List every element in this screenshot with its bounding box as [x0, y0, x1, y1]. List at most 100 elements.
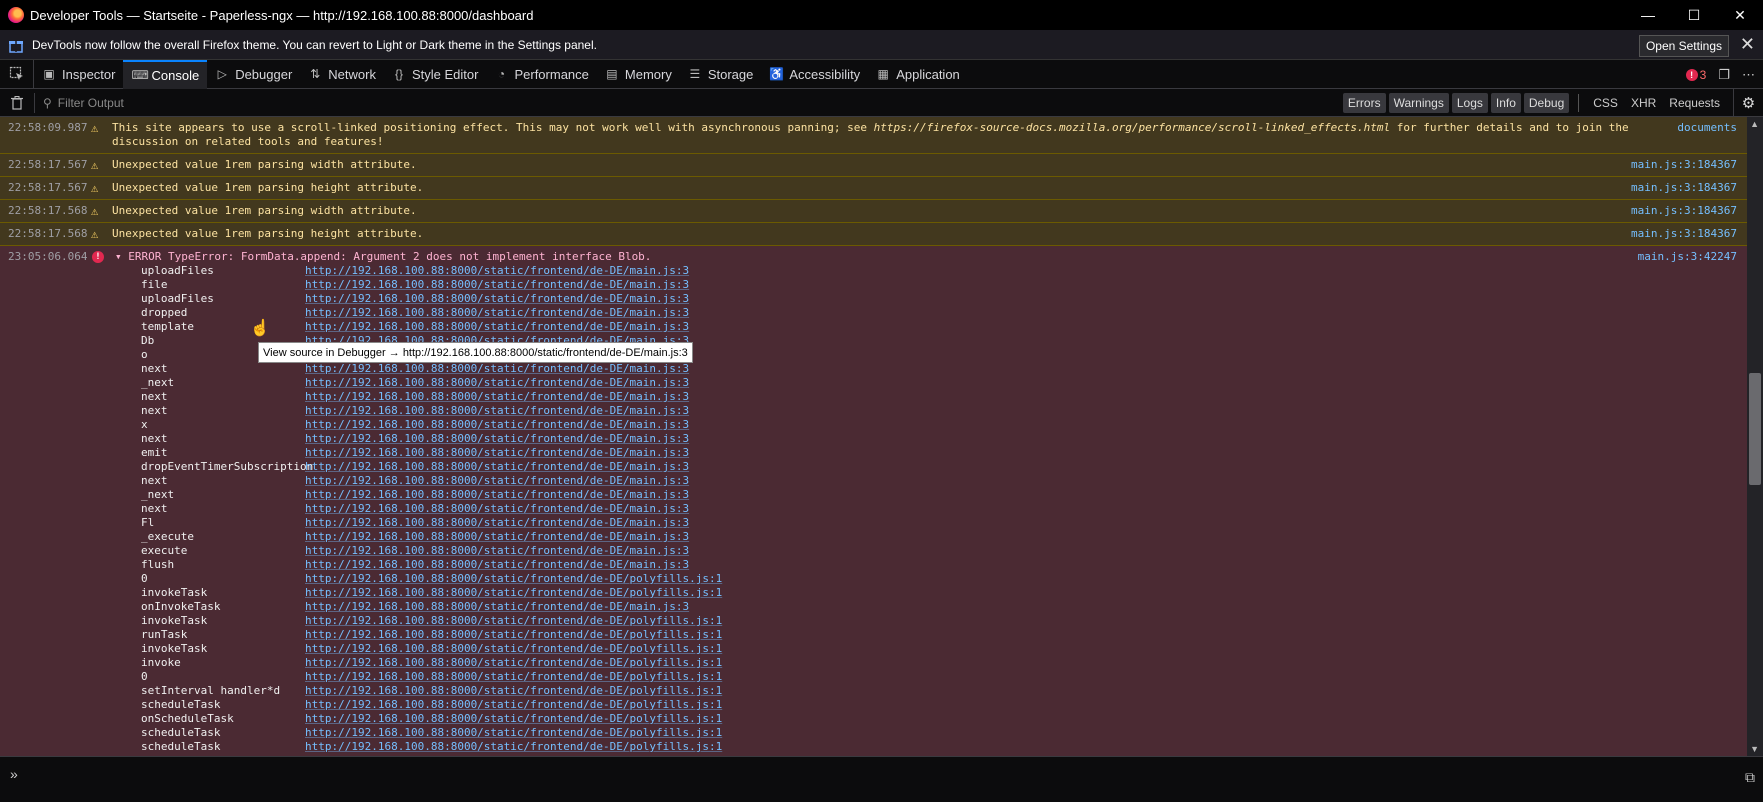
tab-storage[interactable]: ☰ Storage [680, 60, 762, 89]
stack-frame-function: uploadFiles [141, 264, 214, 277]
message-link[interactable]: https://firefox-source-docs.mozilla.org/… [874, 121, 1391, 134]
console-message-warning: 22:58:17.567 ⚠ Unexpected value 1rem par… [0, 177, 1763, 200]
stack-frame-location-link[interactable]: http://192.168.100.88:8000/static/fronte… [305, 306, 689, 320]
stack-frame-location-link[interactable]: http://192.168.100.88:8000/static/fronte… [305, 390, 689, 404]
message-source-link[interactable]: documents [1677, 121, 1737, 135]
hand-cursor-icon: ☝ [250, 320, 270, 337]
message-timestamp: 22:58:17.567 [8, 181, 88, 194]
error-count-badge[interactable]: ! 3 [1685, 68, 1706, 82]
tab-inspector[interactable]: ▣ Inspector [34, 60, 123, 89]
scroll-down-arrow-icon[interactable]: ▼ [1750, 744, 1759, 754]
message-source-link[interactable]: main.js:3:184367 [1631, 227, 1737, 241]
open-settings-button[interactable]: Open Settings [1638, 35, 1729, 57]
message-source-link[interactable]: main.js:3:42247 [1638, 250, 1737, 264]
stack-frame-location-link[interactable]: http://192.168.100.88:8000/static/fronte… [305, 572, 722, 586]
message-text: Unexpected value 1rem parsing width attr… [112, 204, 417, 217]
expand-toggle-icon[interactable]: ▾ [115, 250, 128, 263]
message-source-link[interactable]: main.js:3:184367 [1631, 158, 1737, 172]
prompt-chevron-icon: » [10, 766, 18, 782]
stack-frame-function: scheduleTask [141, 726, 221, 739]
stack-frame-function: scheduleTask [141, 740, 221, 753]
stack-frame: flush http://192.168.100.88:8000/static/f… [141, 558, 1763, 572]
stack-frame-location-link[interactable]: http://192.168.100.88:8000/static/fronte… [305, 558, 689, 572]
filter-debug-button[interactable]: Debug [1523, 93, 1570, 113]
stack-frame: scheduleTask http://192.168.100.88:8000/s… [141, 726, 1763, 740]
tab-network[interactable]: ⇅ Network [300, 60, 384, 89]
tab-style-editor[interactable]: {} Style Editor [384, 60, 486, 89]
stack-frame-location-link[interactable]: http://192.168.100.88:8000/static/fronte… [305, 320, 689, 334]
clear-console-icon[interactable] [0, 95, 34, 110]
stack-frame-location-link[interactable]: http://192.168.100.88:8000/static/fronte… [305, 670, 722, 684]
stack-frame-location-link[interactable]: http://192.168.100.88:8000/static/fronte… [305, 740, 722, 754]
stack-frame-function: invokeTask [141, 642, 208, 655]
stack-frame-function: runTask [141, 628, 188, 641]
filter-xhr-button[interactable]: XHR [1626, 93, 1661, 113]
stack-frame-location-link[interactable]: http://192.168.100.88:8000/static/fronte… [305, 530, 689, 544]
message-source-link[interactable]: main.js:3:184367 [1631, 181, 1737, 195]
element-picker-icon[interactable] [0, 59, 34, 89]
stack-frame: next http://192.168.100.88:8000/static/fr… [141, 502, 1763, 516]
stack-frame-location-link[interactable]: http://192.168.100.88:8000/static/fronte… [305, 264, 689, 278]
stack-frame-location-link[interactable]: http://192.168.100.88:8000/static/fronte… [305, 446, 689, 460]
tab-accessibility[interactable]: ♿ Accessibility [761, 60, 868, 89]
stack-frame-function: flush [141, 558, 175, 571]
scrollbar-thumb[interactable] [1749, 373, 1761, 485]
stack-frame-location-link[interactable]: http://192.168.100.88:8000/static/fronte… [305, 642, 722, 656]
stack-frame-location-link[interactable]: http://192.168.100.88:8000/static/fronte… [305, 292, 689, 306]
filter-warnings-button[interactable]: Warnings [1388, 93, 1449, 113]
stack-frame: _execute http://192.168.100.88:8000/stati… [141, 530, 1763, 544]
tab-memory[interactable]: ▤ Memory [597, 60, 680, 89]
message-source-link[interactable]: main.js:3:184367 [1631, 204, 1737, 218]
filter-logs-button[interactable]: Logs [1451, 93, 1488, 113]
filter-errors-button[interactable]: Errors [1342, 93, 1386, 113]
stack-frame-location-link[interactable]: http://192.168.100.88:8000/static/fronte… [305, 712, 722, 726]
filter-info-button[interactable]: Info [1490, 93, 1521, 113]
tab-console[interactable]: ⌨ Console [123, 59, 208, 89]
stack-frame-location-link[interactable]: http://192.168.100.88:8000/static/fronte… [305, 278, 689, 292]
console-output[interactable]: 22:58:09.987 ⚠ This site appears to use … [0, 117, 1763, 756]
style-editor-icon: {} [394, 67, 403, 81]
stack-frame-location-link[interactable]: http://192.168.100.88:8000/static/fronte… [305, 684, 722, 698]
stack-frame-location-link[interactable]: http://192.168.100.88:8000/static/fronte… [305, 600, 689, 614]
stack-frame-location-link[interactable]: http://192.168.100.88:8000/static/fronte… [305, 418, 689, 432]
dock-side-icon[interactable]: ❐ [1718, 67, 1730, 83]
stack-frame-location-link[interactable]: http://192.168.100.88:8000/static/fronte… [305, 628, 722, 642]
console-settings-gear-icon[interactable]: ⚙ [1733, 89, 1763, 117]
stack-frame-location-link[interactable]: http://192.168.100.88:8000/static/fronte… [305, 474, 689, 488]
stack-frame-function: onInvokeTask [141, 600, 221, 613]
application-icon: ▦ [877, 67, 889, 81]
tab-label: Accessibility [789, 66, 861, 82]
stack-frame-location-link[interactable]: http://192.168.100.88:8000/static/fronte… [305, 432, 689, 446]
scroll-up-arrow-icon[interactable]: ▲ [1750, 119, 1759, 129]
stack-frame-location-link[interactable]: http://192.168.100.88:8000/static/fronte… [305, 362, 689, 376]
editor-mode-icon[interactable]: ⧉ [1745, 769, 1755, 786]
console-input-bar[interactable]: » ⧉ [0, 756, 1763, 802]
close-notification-icon[interactable]: ✕ [1740, 34, 1755, 55]
close-window-button[interactable]: ✕ [1717, 0, 1763, 30]
stack-frame: next http://192.168.100.88:8000/static/fr… [141, 404, 1763, 418]
stack-frame-location-link[interactable]: http://192.168.100.88:8000/static/fronte… [305, 656, 722, 670]
tab-debugger[interactable]: ▷ Debugger [207, 60, 300, 89]
stack-frame-location-link[interactable]: http://192.168.100.88:8000/static/fronte… [305, 376, 689, 390]
stack-frame-location-link[interactable]: http://192.168.100.88:8000/static/fronte… [305, 586, 722, 600]
stack-frame-location-link[interactable]: http://192.168.100.88:8000/static/fronte… [305, 488, 689, 502]
filter-requests-button[interactable]: Requests [1664, 93, 1725, 113]
stack-frame-location-link[interactable]: http://192.168.100.88:8000/static/fronte… [305, 614, 722, 628]
maximize-button[interactable]: ☐ [1671, 0, 1717, 30]
stack-frame: runTask http://192.168.100.88:8000/static… [141, 628, 1763, 642]
stack-frame-location-link[interactable]: http://192.168.100.88:8000/static/fronte… [305, 698, 722, 712]
tab-performance[interactable]: ◔ Performance [486, 60, 596, 89]
stack-frame-location-link[interactable]: http://192.168.100.88:8000/static/fronte… [305, 544, 689, 558]
stack-frame-location-link[interactable]: http://192.168.100.88:8000/static/fronte… [305, 516, 689, 530]
stack-frame-location-link[interactable]: http://192.168.100.88:8000/static/fronte… [305, 502, 689, 516]
error-icon: ! [92, 251, 104, 263]
more-options-icon[interactable]: ⋯ [1742, 67, 1755, 83]
tab-application[interactable]: ▦ Application [868, 60, 968, 89]
stack-frame-location-link[interactable]: http://192.168.100.88:8000/static/fronte… [305, 726, 722, 740]
filter-output-input[interactable]: ⚲ Filter Output [34, 92, 124, 113]
stack-frame-location-link[interactable]: http://192.168.100.88:8000/static/fronte… [305, 404, 689, 418]
stack-frame-location-link[interactable]: http://192.168.100.88:8000/static/fronte… [305, 460, 689, 474]
minimize-button[interactable]: — [1625, 0, 1671, 30]
stack-frame: emit http://192.168.100.88:8000/static/fr… [141, 446, 1763, 460]
filter-css-button[interactable]: CSS [1588, 93, 1623, 113]
